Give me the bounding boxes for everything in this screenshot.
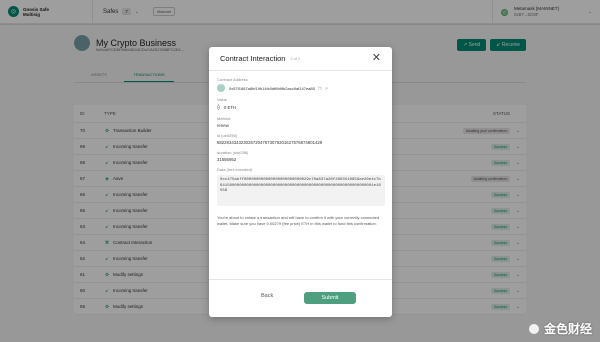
- watermark-text: 金色财经: [543, 322, 592, 336]
- watermark: 金色财经: [526, 320, 592, 337]
- value-amount: 0 ETH: [223, 105, 237, 110]
- modal-header: Contract Interaction 2 of 2 ✕: [209, 47, 392, 71]
- contract-address-label: Contract Address: [217, 77, 248, 82]
- value-label: Value: [217, 97, 227, 102]
- modal-footer: Back Submit: [209, 279, 392, 317]
- duration-param-label: duration (uint256): [217, 150, 249, 155]
- data-label: Data (hex encoded): [217, 167, 253, 172]
- ethereum-icon: ⟠: [217, 105, 220, 111]
- contract-address: 0x57f1887a8bf19b14fc0df6fd9b2acc9af147ea…: [229, 85, 315, 91]
- method-label: Method: [217, 116, 231, 121]
- modal-step: 2 of 2: [290, 56, 300, 61]
- id-param-value: 5822934343230267204767307920162757687480…: [217, 140, 323, 145]
- copy-icon[interactable]: ❐: [318, 86, 322, 91]
- method-value: renew: [217, 123, 229, 128]
- watermark-logo-icon: [526, 321, 541, 336]
- back-button[interactable]: Back: [261, 293, 273, 299]
- hex-data-box: 0xc475abff000000000000000000000000029c70…: [217, 175, 385, 206]
- contract-interaction-modal: Contract Interaction 2 of 2 ✕ Contract A…: [209, 47, 392, 317]
- external-link-icon[interactable]: ↗: [324, 86, 327, 91]
- contract-avatar: [217, 84, 225, 92]
- id-param-label: id (uint256): [217, 133, 238, 138]
- modal-body: Contract Address 0x57f1887a8bf19b14fc0df…: [209, 71, 392, 227]
- modal-title: Contract Interaction: [220, 54, 286, 63]
- confirmation-note: You're about to create a transaction and…: [217, 215, 380, 226]
- duration-param-value: 31556952: [217, 157, 237, 162]
- submit-button[interactable]: Submit: [304, 292, 356, 304]
- close-icon[interactable]: ✕: [372, 52, 381, 64]
